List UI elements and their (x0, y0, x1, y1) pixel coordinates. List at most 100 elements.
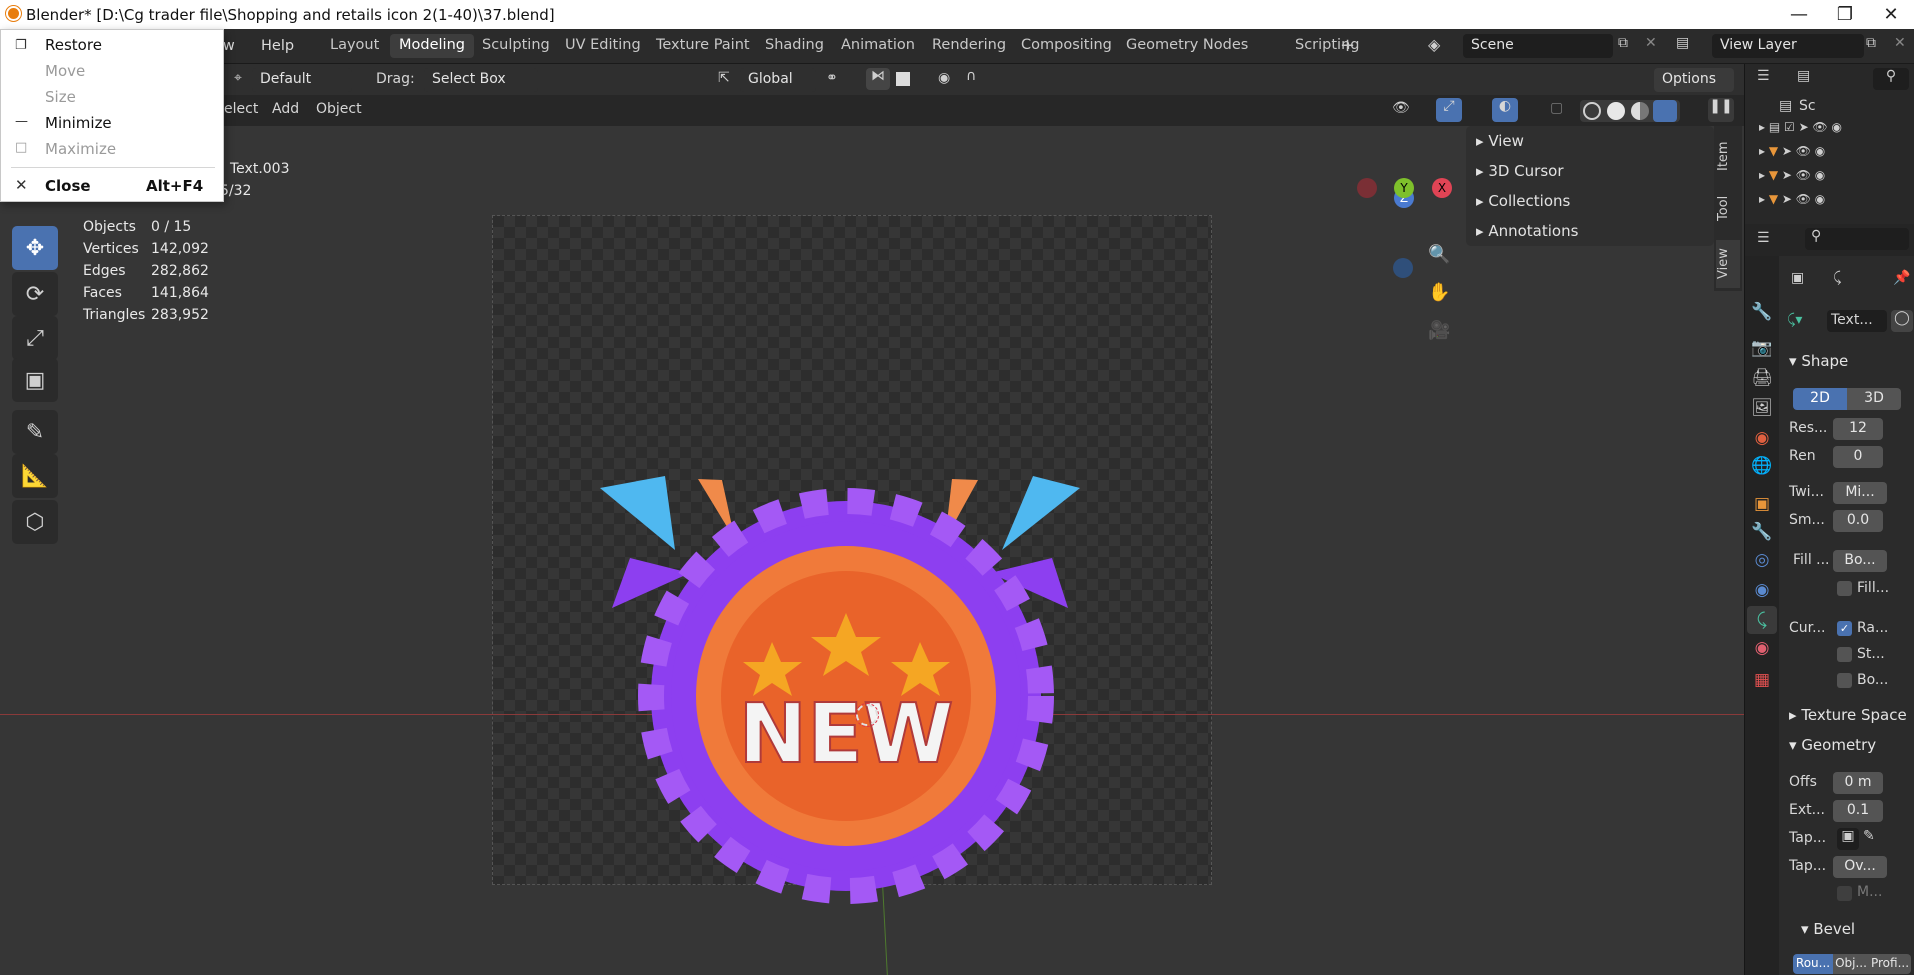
material-shading-icon[interactable] (1631, 102, 1649, 120)
modifier-tab-icon[interactable]: 🔧 (1747, 518, 1777, 546)
tab-geometry-nodes[interactable]: Geometry Nodes (1117, 34, 1257, 58)
display-mode-icon[interactable]: ▤ (1797, 68, 1810, 84)
falloff-icon[interactable]: ∩ (966, 68, 976, 84)
overlay-toggle-icon[interactable]: ◐ (1492, 98, 1518, 122)
menu-select[interactable]: elect (224, 101, 258, 117)
data-block-icon[interactable]: ⤹▾ (1787, 312, 1802, 328)
solid-shading-icon[interactable] (1607, 102, 1625, 120)
render-tab-icon[interactable]: 📷 (1747, 334, 1777, 362)
transform-tool-icon[interactable]: ▣ (12, 358, 58, 402)
npanel-tab-tool[interactable]: Tool (1716, 188, 1740, 228)
annotate-tool-icon[interactable]: ✎ (12, 410, 58, 454)
3d-viewport[interactable]: NEW Text.003 5/32 Objects 0 / 15 Vertice… (0, 126, 1744, 975)
scene-name-field[interactable]: Scene (1463, 34, 1613, 58)
2d-mode-button[interactable]: 2D (1793, 388, 1847, 410)
radius-checkbox[interactable]: ✓ (1837, 621, 1852, 636)
wireframe-shading-icon[interactable] (1583, 102, 1601, 120)
fill-deformed-checkbox[interactable] (1837, 581, 1852, 596)
transform-pivot-icon[interactable]: ⌖ (234, 70, 242, 86)
bevel-object-button[interactable]: Obj... (1833, 954, 1869, 974)
rotate-tool-icon[interactable]: ⟳ (12, 272, 58, 316)
menu-item-minimize[interactable]: Minimize (45, 114, 112, 132)
bevel-section-header[interactable]: ▾ Bevel (1801, 920, 1855, 938)
tab-uv-editing[interactable]: UV Editing (556, 34, 650, 58)
snap-target-icon[interactable] (896, 72, 910, 86)
resolution-field[interactable]: 12 (1833, 418, 1883, 440)
gizmo-y-axis[interactable]: Y (1394, 178, 1414, 198)
bevel-round-button[interactable]: Rou... (1793, 954, 1833, 974)
scene-tab-icon[interactable]: ◉ (1747, 424, 1777, 452)
pan-hand-icon[interactable]: ✋ (1428, 282, 1450, 303)
rendered-shading-icon[interactable] (1653, 100, 1677, 122)
snap-toggle-icon[interactable]: ⧑ (866, 68, 890, 90)
view-layer-tab-icon[interactable]: 🖼 (1747, 394, 1777, 422)
smooth-field[interactable]: 0.0 (1833, 510, 1883, 532)
outliner-row[interactable]: ▸ ▼ ➤ 👁 ◉ (1759, 168, 1909, 190)
shape-section-header[interactable]: ▾ Shape (1789, 352, 1848, 370)
tool-tab-icon[interactable]: 🔧 (1747, 298, 1777, 326)
add-cube-tool-icon[interactable]: ⬡ (12, 500, 58, 544)
texture-space-section-header[interactable]: ▸ Texture Space (1789, 706, 1907, 724)
geometry-section-header[interactable]: ▾ Geometry (1789, 736, 1876, 754)
npanel-tab-view[interactable]: View (1716, 240, 1740, 288)
extrude-field[interactable]: 0.1 (1833, 800, 1883, 822)
stretch-checkbox[interactable] (1837, 647, 1852, 662)
npanel-item-view[interactable]: ▸ View (1476, 132, 1524, 150)
gizmo-neg-x-axis[interactable] (1357, 178, 1377, 198)
close-window-icon[interactable]: ✕ (1868, 0, 1914, 29)
minimize-window-icon[interactable]: — (1776, 0, 1822, 29)
mode-dropdown[interactable]: Default (252, 68, 352, 92)
npanel-item-3d-cursor[interactable]: ▸ 3D Cursor (1476, 162, 1563, 180)
output-tab-icon[interactable]: 🖨 (1747, 364, 1777, 392)
new-scene-icon[interactable]: ⧉ (1618, 35, 1628, 51)
view-layer-icon[interactable]: ▤ (1676, 35, 1689, 51)
add-workspace-button[interactable]: + (1331, 32, 1364, 56)
zoom-icon[interactable]: 🔍 (1428, 244, 1450, 265)
editor-type-icon[interactable]: ☰ (1757, 68, 1770, 84)
delete-scene-icon[interactable]: ✕ (1645, 35, 1657, 51)
outliner-row[interactable]: ▸ ▤ ☑ ➤ 👁 ◉ (1759, 120, 1909, 142)
texture-tab-icon[interactable]: ▦ (1747, 666, 1777, 694)
outliner-search-icon[interactable]: ⚲ (1873, 68, 1909, 90)
view-layer-field[interactable]: View Layer (1712, 34, 1864, 58)
menu-help[interactable]: Help (261, 38, 294, 54)
data-tab-icon[interactable]: ⤹ (1747, 606, 1777, 634)
menu-object[interactable]: Object (316, 101, 362, 117)
outliner-row[interactable]: ▸ ▼ ➤ 👁 ◉ (1759, 192, 1909, 214)
physics-tab-icon[interactable]: ◉ (1747, 576, 1777, 604)
delete-view-layer-icon[interactable]: ✕ (1894, 35, 1906, 51)
tab-animation[interactable]: Animation (832, 34, 924, 58)
scale-tool-icon[interactable]: ⤢ (12, 316, 58, 360)
tab-layout[interactable]: Layout (321, 34, 388, 58)
pause-render-icon[interactable]: ❚❚ (1708, 98, 1734, 122)
scene-icon[interactable]: ◈ (1428, 35, 1440, 54)
bevel-profile-button[interactable]: Profi... (1869, 954, 1911, 974)
xray-icon[interactable]: ▢ (1550, 100, 1563, 116)
tab-modeling[interactable]: Modeling (390, 34, 474, 58)
orientation-dropdown[interactable]: Global (740, 68, 816, 92)
object-name-field[interactable]: Text... (1827, 310, 1887, 332)
tab-texture-paint[interactable]: Texture Paint (647, 34, 759, 58)
blender-logo-icon[interactable] (6, 6, 21, 21)
particles-tab-icon[interactable]: ◎ (1747, 546, 1777, 574)
3d-cursor-icon[interactable] (855, 703, 879, 727)
twist-dropdown[interactable]: Mi... (1833, 482, 1887, 504)
eyedropper-icon[interactable]: ✎ (1863, 828, 1875, 844)
npanel-item-collections[interactable]: ▸ Collections (1476, 192, 1570, 210)
tab-rendering[interactable]: Rendering (923, 34, 1015, 58)
properties-search-icon[interactable]: ⚲ (1805, 228, 1909, 250)
proportional-edit-icon[interactable]: ◉ (938, 70, 950, 86)
properties-editor-icon[interactable]: ☰ (1757, 230, 1770, 246)
move-tool-icon[interactable]: ✥ (12, 226, 58, 270)
world-tab-icon[interactable]: 🌐 (1747, 452, 1777, 480)
taper-object-field[interactable]: ▣ (1837, 828, 1859, 850)
tab-compositing[interactable]: Compositing (1012, 34, 1121, 58)
tab-sculpting[interactable]: Sculpting (473, 34, 559, 58)
3d-mode-button[interactable]: 3D (1847, 388, 1901, 410)
camera-view-icon[interactable]: 🎥 (1428, 320, 1450, 341)
orientation-icon[interactable]: ⇱ (718, 70, 730, 86)
new-view-layer-icon[interactable]: ⧉ (1866, 35, 1876, 51)
gizmo-toggle-icon[interactable]: ⤢ (1436, 98, 1462, 122)
visibility-icon[interactable]: 👁 (1392, 100, 1410, 116)
material-tab-icon[interactable]: ◉ (1747, 634, 1777, 662)
